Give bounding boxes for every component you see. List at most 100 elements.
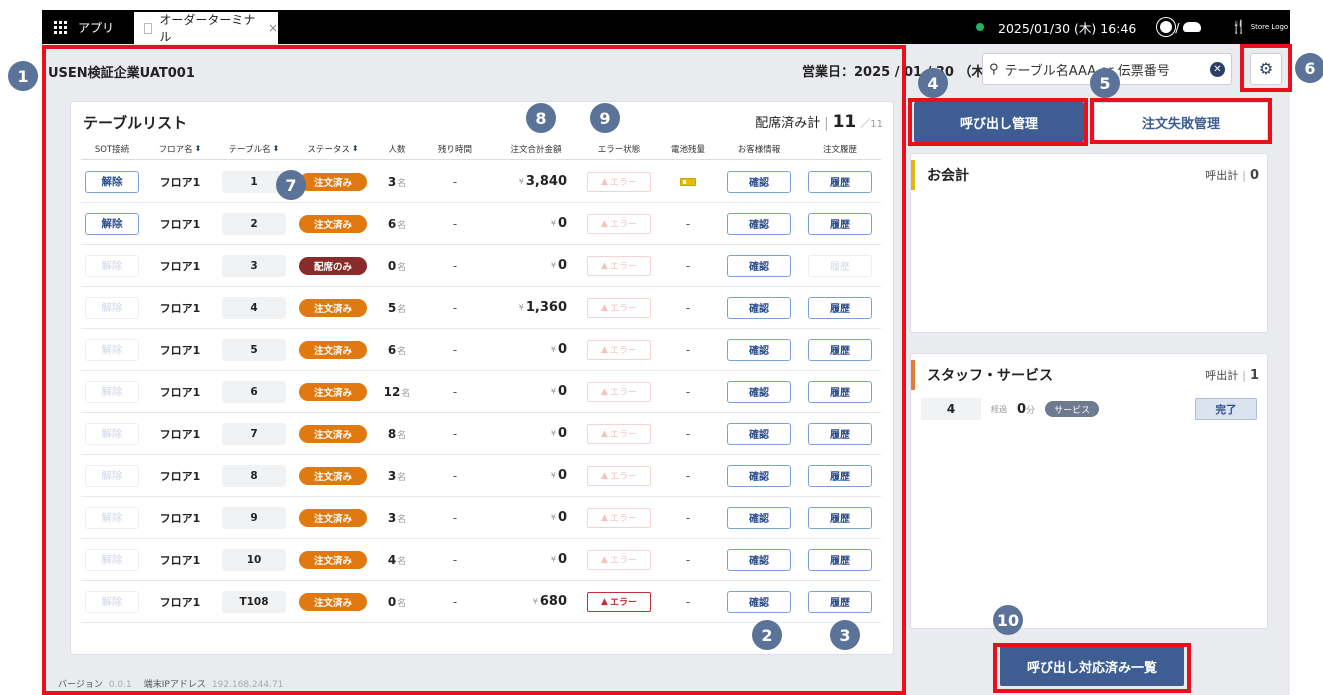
checkout-count-value: 0 (1249, 168, 1259, 183)
order-history-button[interactable]: 履歴 (808, 212, 872, 235)
complete-button[interactable]: 完了 (1195, 398, 1257, 420)
table-name: 4 (222, 296, 286, 319)
battery-level: - (685, 258, 691, 273)
table-cell: 確認 (719, 338, 799, 361)
customer-info-button[interactable]: 確認 (727, 338, 791, 361)
release-button[interactable]: 解除 (85, 464, 139, 487)
annotation-badge-3: 3 (830, 620, 860, 650)
remaining-time: - (452, 468, 458, 483)
customer-info-button[interactable]: 確認 (727, 464, 791, 487)
column-header[interactable]: ステータス ⬍ (291, 138, 375, 159)
customer-info-button[interactable]: 確認 (727, 254, 791, 277)
error-label: エラー (609, 178, 637, 188)
release-button[interactable]: 解除 (85, 296, 139, 319)
handled-calls-list-button[interactable]: 呼び出し対応済み一覧 (1000, 646, 1184, 686)
floor-name: フロア1 (159, 343, 201, 357)
gear-icon[interactable]: ⚙ (1250, 53, 1282, 85)
annotation-badge-8: 8 (526, 103, 556, 133)
table-cell: 解除 (81, 212, 143, 235)
table-cell: 4名 (375, 553, 419, 567)
column-header: SOT接続 (81, 138, 143, 159)
clear-icon[interactable]: ✕ (1210, 61, 1225, 77)
column-header[interactable]: テーブル名 ⬍ (217, 138, 291, 159)
customer-info-button[interactable]: 確認 (727, 170, 791, 193)
staff-title: スタッフ・サービス (927, 368, 1053, 384)
order-history-button[interactable]: 履歴 (808, 380, 872, 403)
tab-close-icon[interactable]: × (268, 21, 278, 35)
sort-icon[interactable]: ⬍ (195, 144, 202, 153)
battery-low-icon (680, 177, 696, 186)
order-history-button[interactable]: 履歴 (808, 422, 872, 445)
table-cell: フロア1 (143, 594, 217, 610)
release-button[interactable]: 解除 (85, 254, 139, 277)
table-row: 解除 フロア1 T108 注文済み 0名 - ¥680 ▲ エラー - 確認 履歴 (81, 581, 881, 623)
column-header: 人数 (375, 138, 419, 159)
table-cell: 履歴 (799, 338, 881, 361)
table-cell: 3名 (375, 511, 419, 525)
order-history-button[interactable]: 履歴 (808, 296, 872, 319)
error-label: エラー (609, 346, 637, 356)
table-cell: ¥0 (491, 426, 581, 441)
order-history-button[interactable]: 履歴 (808, 464, 872, 487)
release-button[interactable]: 解除 (85, 548, 139, 571)
table-cell: 履歴 (799, 464, 881, 487)
table-cell: - (657, 595, 719, 609)
table-row: 解除 フロア1 5 注文済み 6名 - ¥0 ▲ エラー - 確認 履歴 (81, 329, 881, 371)
warning-icon: ▲ (601, 176, 608, 187)
guest-count: 3名 (388, 175, 406, 189)
table-name: 6 (222, 380, 286, 403)
app-window: アプリ オーダーターミナル × 2025/01/30 (木) 16:46 / 🍴… (42, 10, 1290, 695)
table-cell: 配席のみ (291, 256, 375, 275)
error-label: エラー (609, 556, 637, 566)
customer-info-button[interactable]: 確認 (727, 590, 791, 613)
yen-symbol: ¥ (518, 303, 524, 312)
release-button[interactable]: 解除 (85, 338, 139, 361)
remaining-time: - (452, 426, 458, 441)
release-button[interactable]: 解除 (85, 380, 139, 403)
battery-level: - (685, 384, 691, 399)
table-cell: ¥0 (491, 468, 581, 483)
release-button[interactable]: 解除 (85, 212, 139, 235)
guest-count-value: 0 (387, 594, 397, 609)
table-list-title: テーブルリスト (83, 114, 188, 132)
order-history-button[interactable]: 履歴 (808, 590, 872, 613)
order-history-button[interactable]: 履歴 (808, 548, 872, 571)
top-bar: アプリ オーダーターミナル × 2025/01/30 (木) 16:46 / 🍴… (42, 10, 1290, 44)
column-header[interactable]: フロア名 ⬍ (143, 138, 217, 159)
status-badge: 注文済み (299, 550, 367, 569)
customer-info-button[interactable]: 確認 (727, 212, 791, 235)
call-table: 4 (921, 398, 981, 420)
tab-call-management[interactable]: 呼び出し管理 (914, 102, 1084, 142)
column-header: エラー状態 (581, 138, 657, 159)
table-list-card: テーブルリスト 配席済み計 | 11 ／11 SOT接続 フロア名 ⬍ テーブル名 ⬍ ス… (70, 101, 894, 655)
release-button[interactable]: 解除 (85, 422, 139, 445)
sort-icon[interactable]: ⬍ (273, 144, 280, 153)
order-history-button[interactable]: 履歴 (808, 170, 872, 193)
order-history-button[interactable]: 履歴 (808, 506, 872, 529)
warning-icon: ▲ (601, 218, 608, 229)
customer-info-button[interactable]: 確認 (727, 548, 791, 571)
column-header-label: 人数 (388, 144, 406, 155)
order-history-button[interactable]: 履歴 (808, 254, 872, 277)
customer-info-button[interactable]: 確認 (727, 380, 791, 403)
tab-order-failure[interactable]: 注文失敗管理 (1094, 102, 1268, 142)
table-cell: 解除 (81, 296, 143, 319)
order-history-button[interactable]: 履歴 (808, 338, 872, 361)
guest-count: 3名 (388, 511, 406, 525)
customer-info-button[interactable]: 確認 (727, 506, 791, 529)
status-badge: 注文済み (299, 214, 367, 233)
table-cell: 解除 (81, 506, 143, 529)
release-button[interactable]: 解除 (85, 506, 139, 529)
release-button[interactable]: 解除 (85, 170, 139, 193)
guest-unit: 名 (397, 472, 407, 483)
sort-icon[interactable]: ⬍ (352, 144, 359, 153)
table-name: 3 (222, 254, 286, 277)
tab-order-terminal[interactable]: オーダーターミナル × (134, 12, 278, 44)
release-button[interactable]: 解除 (85, 590, 139, 613)
status-badge: 注文済み (299, 340, 367, 359)
customer-info-button[interactable]: 確認 (727, 296, 791, 319)
annotation-badge-10: 10 (993, 605, 1023, 635)
table-cell: ¥1,360 (491, 300, 581, 315)
apps-button[interactable]: アプリ (54, 19, 114, 36)
customer-info-button[interactable]: 確認 (727, 422, 791, 445)
